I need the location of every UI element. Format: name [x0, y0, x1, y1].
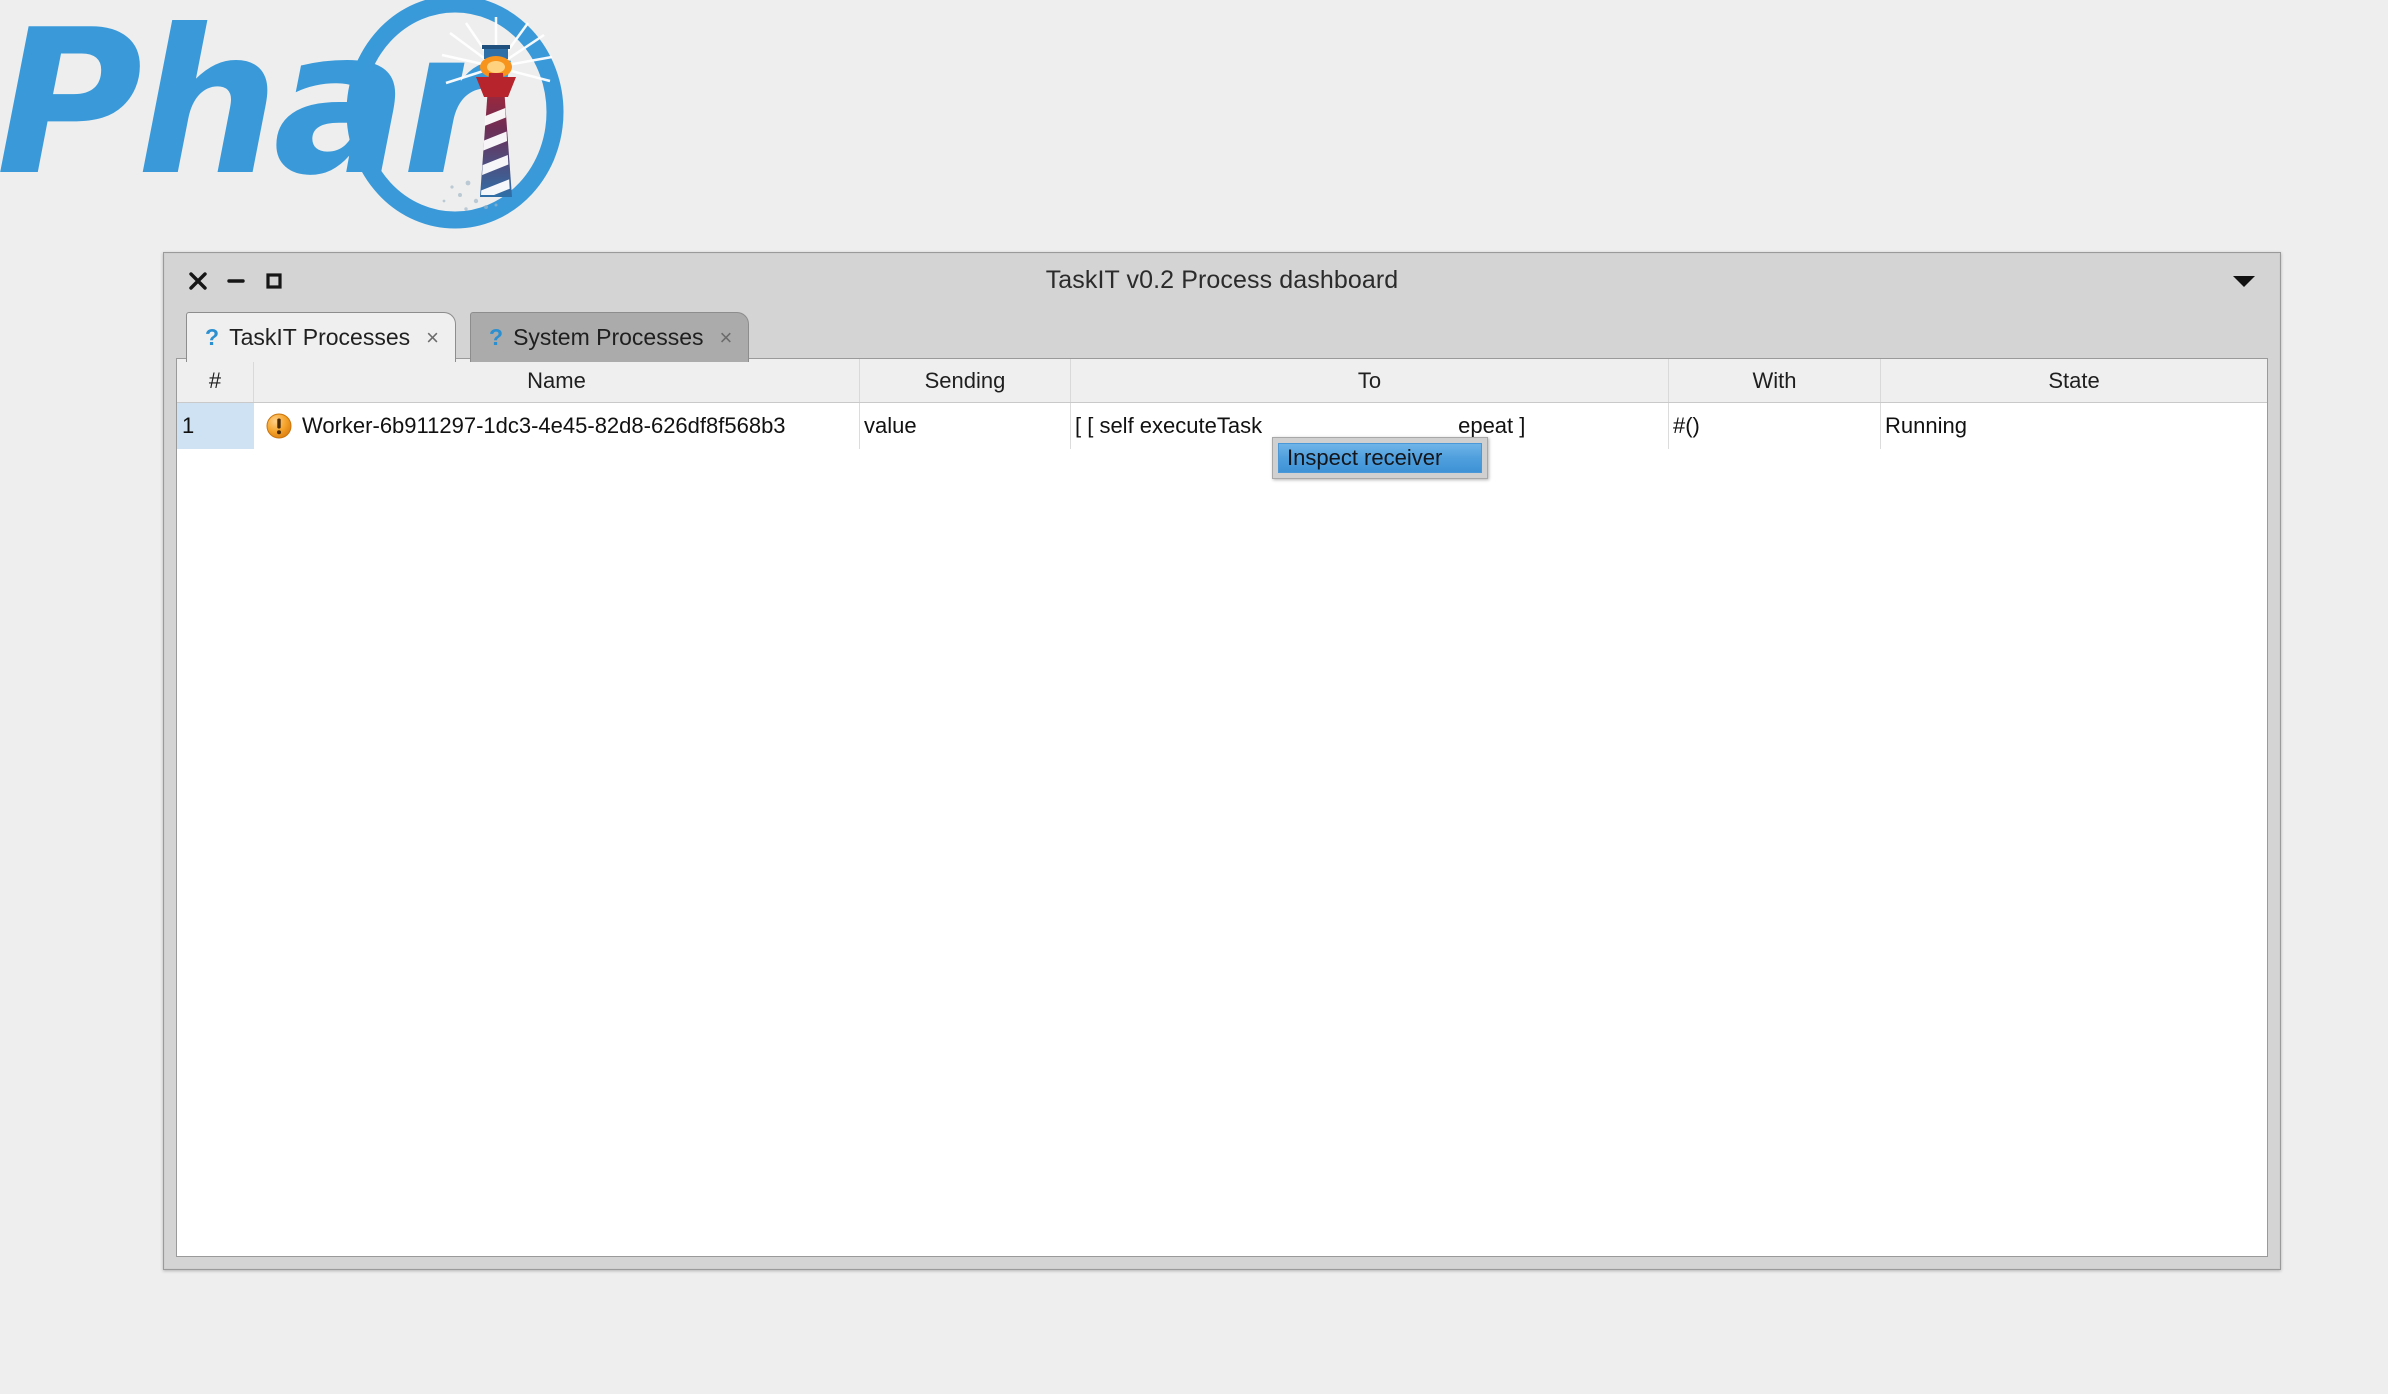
tab-taskit-processes[interactable]: ? TaskIT Processes × — [186, 312, 457, 362]
cell-to-suffix: epeat ] — [1458, 413, 1526, 438]
question-mark-icon: ? — [489, 324, 504, 350]
tab-strip: ? TaskIT Processes × ? System Processes … — [165, 304, 2279, 362]
pharo-logo: Phar — [0, 0, 710, 230]
window-menu-chevron-down-icon[interactable] — [2233, 276, 2255, 287]
column-header-to[interactable]: To — [1071, 359, 1669, 402]
column-header-sending[interactable]: Sending — [860, 359, 1071, 402]
warning-icon — [266, 413, 292, 439]
cell-with: #() — [1669, 403, 1881, 449]
process-dashboard-window: TaskIT v0.2 Process dashboard ? TaskIT P… — [163, 252, 2281, 1270]
cell-state: Running — [1885, 413, 1967, 438]
cell-to-prefix: [ [ self executeTask — [1075, 413, 1263, 438]
column-header-name[interactable]: Name — [254, 359, 860, 402]
screen: Phar TaskIT v0.2 Process dashboard ? Tas… — [0, 0, 2388, 1394]
context-menu: Inspect receiver — [1272, 437, 1488, 479]
svg-text:Phar: Phar — [0, 0, 511, 220]
cell-name-text: Worker-6b911297-1dc3-4e45-82d8-626df8f56… — [302, 413, 786, 438]
tab-label: System Processes — [513, 324, 704, 350]
column-header-index[interactable]: # — [177, 359, 254, 402]
tab-close-icon[interactable]: × — [426, 325, 439, 351]
question-mark-icon: ? — [205, 324, 220, 350]
window-title: TaskIT v0.2 Process dashboard — [1045, 266, 1399, 294]
table-row[interactable]: 1 Worker-6b911297-1dc3-4e45-82d8-626df8f… — [177, 403, 2267, 449]
column-header-state[interactable]: State — [1881, 359, 2267, 402]
tab-system-processes[interactable]: ? System Processes × — [470, 312, 750, 362]
tab-label: TaskIT Processes — [229, 324, 411, 350]
tab-close-icon[interactable]: × — [720, 325, 733, 351]
menu-item-inspect-receiver[interactable]: Inspect receiver — [1278, 443, 1482, 473]
table-header-row: # Name Sending To With State — [177, 359, 2267, 403]
window-inner-frame: TaskIT v0.2 Process dashboard ? TaskIT P… — [164, 253, 2280, 1269]
pharo-wordmark: Phar — [0, 0, 517, 220]
cell-name: Worker-6b911297-1dc3-4e45-82d8-626df8f56… — [254, 403, 860, 449]
cell-index: 1 — [177, 403, 254, 449]
cell-sending: value — [860, 403, 1071, 449]
process-table: # Name Sending To With State 1 Worker-6b… — [176, 358, 2268, 1257]
column-header-with[interactable]: With — [1669, 359, 1881, 402]
